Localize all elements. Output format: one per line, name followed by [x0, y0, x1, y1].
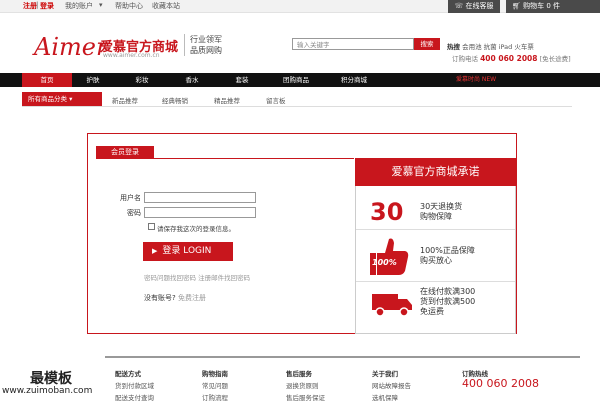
remember-checkbox[interactable]: [148, 223, 155, 230]
logo-url: www.aimer.com.cn: [103, 52, 160, 59]
no-account-row: 没有账号? 免费注册: [144, 293, 206, 303]
hundred-percent-badge: 100%: [372, 258, 397, 267]
footer-col-title: 关于我们: [372, 370, 398, 378]
forgot-password-links[interactable]: 密码问题找回密码 注册邮件找回密码: [144, 272, 250, 282]
separator: |: [36, 1, 39, 9]
main-nav: 首页 护肤 彩妆 香水 套装 团购商品 积分商城 爱慕时尚 NEW: [0, 73, 600, 87]
slogan-line-1: 行业领军: [190, 35, 222, 44]
nav-fashion-new[interactable]: 爱慕时尚 NEW: [456, 73, 496, 87]
sub-nav-guestbook[interactable]: 留言板: [266, 95, 286, 105]
chevron-down-icon: ▾: [69, 95, 73, 103]
order-phone-note: [免长途费]: [539, 55, 571, 63]
search-button[interactable]: 搜索: [414, 38, 440, 50]
no-account-text: 没有账号?: [144, 294, 176, 302]
nav-sets[interactable]: 套装: [220, 73, 264, 87]
footer-link[interactable]: 配送支付查询: [115, 392, 154, 404]
my-account-link[interactable]: 我的账户: [65, 1, 93, 11]
promise-return-text: 30天退换货 购物保障: [420, 202, 463, 221]
divider: [356, 281, 515, 282]
promise-shipping-text: 在线付款满300 货到付款满500 免运费: [420, 287, 476, 316]
hotline-number: 400 060 2008: [462, 377, 539, 390]
footer-col-title: 配送方式: [115, 370, 141, 378]
hot-search-label: 热搜: [447, 43, 460, 51]
order-phone: 订购电话 400 060 2008 [免长途费]: [452, 53, 571, 63]
nav-group-buy[interactable]: 团购商品: [270, 73, 322, 87]
remember-label: 请保存我这次的登录信息。: [157, 225, 235, 233]
footer-link[interactable]: 常见问题: [202, 380, 228, 392]
nav-home[interactable]: 首页: [22, 73, 72, 87]
watermark-url: www.zuimoban.com: [2, 386, 93, 396]
nav-perfume[interactable]: 香水: [170, 73, 214, 87]
slogan: 行业领军 品质网购: [184, 34, 236, 56]
order-phone-label: 订购电话: [452, 55, 478, 63]
nav-skincare[interactable]: 护肤: [72, 73, 114, 87]
footer-col-guide: 购物指南 常见问题 订购流程: [202, 368, 228, 404]
top-bar: 注册 | 登录 我的账户 ▾ 帮助中心 收藏本站 ☏ 在线客服 🛒︎ 购物车 0…: [0, 0, 600, 13]
login-link[interactable]: 登录: [40, 1, 54, 11]
footer-link[interactable]: 售后服务保证: [286, 392, 325, 404]
all-categories-button[interactable]: 所有商品分类 ▾: [22, 92, 102, 106]
chevron-down-icon: ▾: [99, 1, 103, 9]
help-center-link[interactable]: 帮助中心: [115, 1, 143, 11]
slogan-line-2: 品质网购: [190, 46, 222, 55]
footer-col-about: 关于我们 网站故障报告 选机保障: [372, 368, 411, 404]
footer-col-delivery: 配送方式 货到付款区域 配送支付查询: [115, 368, 154, 404]
footer-link[interactable]: 选机保障: [372, 392, 411, 404]
play-icon: ▶: [152, 247, 158, 255]
footer-col-title: 购物指南: [202, 370, 228, 378]
footer-col-aftersales: 售后服务 退换货原则 售后服务保证: [286, 368, 325, 404]
footer-divider: [105, 356, 580, 358]
footer-link[interactable]: 退换货原则: [286, 380, 325, 392]
truck-icon: [372, 294, 412, 317]
online-service-button[interactable]: ☏ 在线客服: [448, 0, 500, 13]
register-link[interactable]: 注册: [23, 1, 37, 11]
thirty-days-badge: 30: [370, 198, 404, 226]
footer-col-title: 售后服务: [286, 370, 312, 378]
password-input[interactable]: [144, 207, 256, 218]
logo[interactable]: Aimer: [34, 33, 107, 61]
username-label: 用户名: [120, 194, 141, 202]
footer-link[interactable]: 网站故障报告: [372, 380, 411, 392]
cart-icon: 🛒︎: [512, 2, 524, 10]
thumbs-up-100-icon: [370, 238, 409, 275]
promise-genuine-text: 100%正品保障 购买放心: [420, 246, 475, 265]
search-input[interactable]: 输入关键字: [292, 38, 414, 50]
promise-title: 爱慕官方商城承诺: [355, 158, 516, 186]
footer-link[interactable]: 货到付款区域: [115, 380, 154, 392]
cart-button[interactable]: 🛒︎ 购物车 0 件: [506, 0, 600, 13]
nav-points-mall[interactable]: 积分商城: [328, 73, 380, 87]
hot-search: 热搜 会用池 抗菌 iPad 火车票: [447, 41, 534, 51]
login-button[interactable]: ▶ 登录 LOGIN: [143, 242, 233, 261]
watermark-logo: 最模板: [30, 371, 72, 387]
sub-nav-bestsellers[interactable]: 经典畅销: [162, 95, 188, 105]
order-phone-number: 400 060 2008: [480, 54, 538, 63]
username-input[interactable]: [144, 192, 256, 203]
sub-nav-new[interactable]: 新品推荐: [112, 95, 138, 105]
free-register-link[interactable]: 免费注册: [178, 294, 206, 302]
nav-makeup[interactable]: 彩妆: [120, 73, 164, 87]
hot-search-terms[interactable]: 会用池 抗菌 iPad 火车票: [462, 43, 534, 51]
footer-link[interactable]: 订购流程: [202, 392, 228, 404]
sub-nav-featured[interactable]: 精品推荐: [214, 95, 240, 105]
favorite-link[interactable]: 收藏本站: [152, 1, 180, 11]
divider: [96, 158, 354, 159]
chat-icon: ☏: [454, 2, 466, 10]
password-label: 密码: [127, 209, 141, 217]
sub-nav: 所有商品分类 ▾ 新品推荐 经典畅销 精品推荐 留言板: [22, 92, 572, 107]
divider: [356, 229, 515, 230]
